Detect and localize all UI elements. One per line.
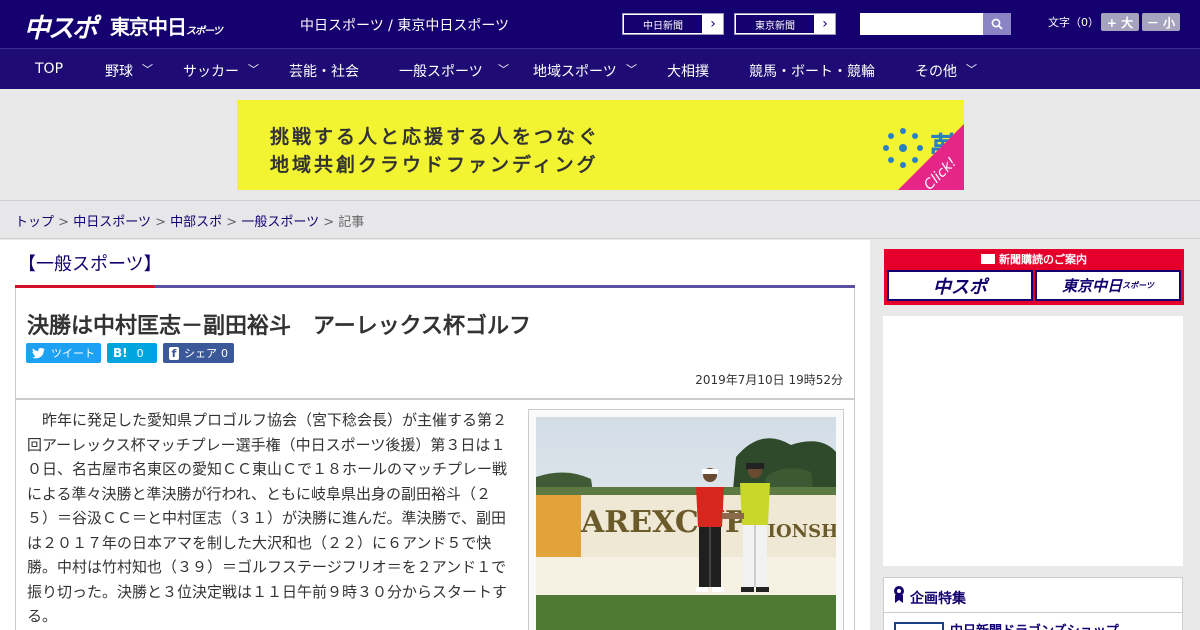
breadcrumb-current: 記事 <box>338 215 365 230</box>
ad-slot <box>883 316 1183 566</box>
hatena-icon: B! <box>113 346 128 360</box>
tokyo-chunichi-logo[interactable]: 東京中日スポーツ <box>110 11 223 40</box>
search-button[interactable] <box>983 13 1011 35</box>
tokyo-shimbun-button[interactable]: 東京新聞 › <box>734 13 836 35</box>
nav-item-general-sports[interactable]: 一般スポーツ <box>399 61 483 81</box>
tokyo-logo-small: スポーツ <box>186 26 223 37</box>
nav-item-others[interactable]: その他 <box>915 61 957 81</box>
article-headline: 決勝は中村匡志－副田裕斗 アーレックス杯ゴルフ <box>27 314 532 339</box>
tokyo-logo-text: 東京中日 <box>110 15 187 39</box>
search-icon <box>991 18 1003 30</box>
article-date: 2019年7月10日 19時52分 <box>695 373 843 387</box>
subscribe-tokyo-small: スポーツ <box>1122 281 1154 290</box>
banner-line2: 地域共創クラウドファンディング <box>270 154 599 176</box>
nav-item-racing[interactable]: 競馬・ボート・競輪 <box>749 61 875 81</box>
nav-item-top[interactable]: TOP <box>35 61 63 77</box>
breadcrumb-general-sports[interactable]: 一般スポーツ <box>241 215 319 230</box>
nav-item-entertainment[interactable]: 芸能・社会 <box>289 61 359 81</box>
chevron-down-icon[interactable]: ﹀ <box>966 61 977 77</box>
feature-divider <box>884 612 1182 613</box>
breadcrumb-sep: > <box>155 215 166 230</box>
chunichi-shimbun-label: 中日新聞 <box>623 14 703 34</box>
newspaper-icon <box>981 254 995 264</box>
feature-box: 企画特集 中日新聞ドラゴンズショップ <box>883 577 1183 630</box>
breadcrumb-sep: > <box>226 215 238 230</box>
article-photo[interactable]: AREXCUP PIONSHIP <box>536 417 836 630</box>
golfers-photo-image: AREXCUP PIONSHIP <box>536 417 836 630</box>
facebook-share-button[interactable]: f シェア 0 <box>163 343 234 363</box>
main-nav: TOP 野球 ﹀ サッカー ﹀ 芸能・社会 一般スポーツ ﹀ 地域スポーツ ﹀ … <box>0 48 1200 89</box>
subscription-title: 新聞購読のご案内 <box>884 251 1184 267</box>
tweet-label: ツイート <box>51 347 95 360</box>
site-subtitle: 中日スポーツ / 東京中日スポーツ <box>300 18 510 34</box>
breadcrumb: トップ > 中日スポーツ > 中部スポ > 一般スポーツ > 記事 <box>15 211 364 230</box>
category-heading: 【一般スポーツ】 <box>18 254 162 275</box>
chuspo-logo[interactable]: 中スポ <box>24 8 98 45</box>
site-header: 中スポ 東京中日スポーツ 中日スポーツ / 東京中日スポーツ 中日新聞 › 東京… <box>0 0 1200 48</box>
nav-item-baseball[interactable]: 野球 <box>105 61 133 81</box>
subscribe-chuspo-button[interactable]: 中スポ <box>887 270 1033 301</box>
subscribe-tokyo-label: 東京中日 <box>1062 277 1123 295</box>
ribbon-icon <box>894 586 904 603</box>
hatena-count: 0 <box>136 346 144 360</box>
subscribe-tokyo-chunichi-button[interactable]: 東京中日 スポーツ <box>1035 270 1181 301</box>
subscription-title-text: 新聞購読のご案内 <box>999 253 1087 266</box>
feature-title: 企画特集 <box>910 591 966 607</box>
article-body-text: 昨年に発足した愛知県プロゴルフ協会（宮下稔会長）が主催する第２回アーレックス杯マ… <box>27 411 508 625</box>
tweet-button[interactable]: ツイート <box>26 343 101 363</box>
facebook-icon: f <box>169 346 179 360</box>
nav-item-soccer[interactable]: サッカー <box>183 61 239 81</box>
chevron-down-icon[interactable]: ﹀ <box>498 61 509 77</box>
search-input[interactable] <box>860 13 983 35</box>
crowdfunding-banner[interactable]: 挑戦する人と応援する人をつなぐ 地域共創クラウドファンディング 夢チューブ 中日… <box>237 100 964 190</box>
font-smaller-button[interactable]: － 小 <box>1142 13 1180 31</box>
hatena-bookmark-button[interactable]: B! 0 <box>107 343 157 363</box>
tokyo-shimbun-label: 東京新聞 <box>735 14 815 34</box>
chevron-right-icon: › <box>710 16 716 32</box>
chevron-right-icon: › <box>822 16 828 32</box>
chevron-down-icon[interactable]: ﹀ <box>626 61 637 77</box>
font-larger-button[interactable]: + 大 <box>1101 13 1139 31</box>
breadcrumb-top[interactable]: トップ <box>15 215 54 230</box>
nav-item-local-sports[interactable]: 地域スポーツ <box>533 61 617 81</box>
nav-item-sumo[interactable]: 大相撲 <box>667 61 709 81</box>
banner-line1: 挑戦する人と応援する人をつなぐ <box>270 126 601 148</box>
chevron-down-icon[interactable]: ﹀ <box>142 61 153 77</box>
chunichi-shimbun-button[interactable]: 中日新聞 › <box>622 13 724 35</box>
twitter-bird-icon <box>32 347 45 358</box>
breadcrumb-bar: トップ > 中日スポーツ > 中部スポ > 一般スポーツ > 記事 <box>0 200 1200 239</box>
feature-item-link[interactable]: 中日新聞ドラゴンズショップ <box>950 620 1119 630</box>
font-size-label: 文字（0） <box>1048 16 1099 29</box>
breadcrumb-sep: > <box>58 215 70 230</box>
share-count: 0 <box>221 346 228 360</box>
chevron-down-icon[interactable]: ﹀ <box>248 61 259 77</box>
breadcrumb-chunichi-sports[interactable]: 中日スポーツ <box>73 215 151 230</box>
search-box <box>860 13 1011 35</box>
share-label: シェア <box>184 347 217 360</box>
breadcrumb-sep: > <box>323 215 335 230</box>
breadcrumb-chubu-spo[interactable]: 中部スポ <box>170 215 222 230</box>
feature-thumbnail[interactable] <box>894 622 944 630</box>
subscription-box: 新聞購読のご案内 中スポ 東京中日 スポーツ <box>884 249 1184 305</box>
